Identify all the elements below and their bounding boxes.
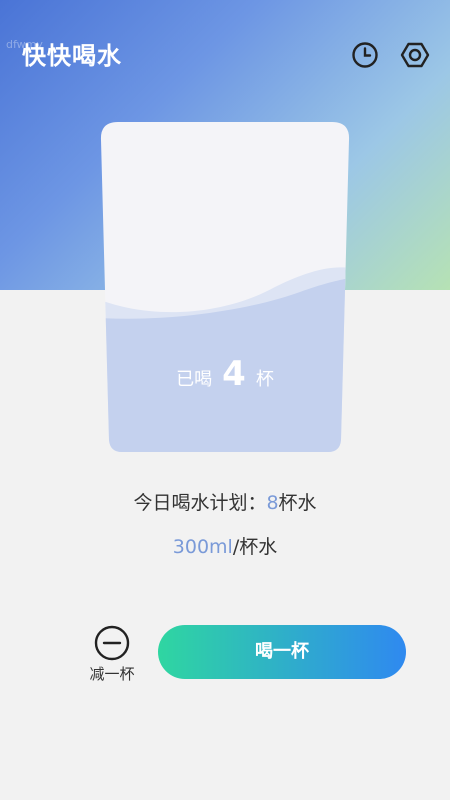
cups-drunk-suffix: 杯: [255, 369, 274, 390]
drink-cup-button[interactable]: 喝一杯: [158, 625, 406, 679]
daily-plan-unit: 杯水: [278, 492, 317, 514]
water-cup: 已喝 4 杯: [100, 122, 350, 454]
cups-drunk-prefix: 已喝: [176, 369, 213, 390]
app-title: 快快喝水: [22, 42, 122, 70]
clock-icon: [352, 42, 378, 68]
cup-volume-unit: /杯水: [232, 536, 278, 558]
cup-volume-amount: 300ml: [172, 536, 233, 558]
daily-plan-count: 8: [266, 492, 279, 514]
daily-plan: 今日喝水计划：8杯水: [0, 488, 450, 515]
minus-cup-label: 减一杯: [89, 665, 135, 683]
minus-cup-button[interactable]: 减一杯: [82, 624, 142, 684]
history-button[interactable]: [350, 40, 380, 70]
cups-drunk-display: 已喝 4 杯: [100, 354, 350, 394]
cup-volume: 300ml/杯水: [0, 532, 450, 559]
cup-graphic: [100, 122, 350, 452]
cups-drunk-count: 4: [222, 354, 246, 394]
minus-circle-icon: [94, 625, 130, 661]
daily-plan-label: 今日喝水计划：: [133, 492, 267, 514]
settings-button[interactable]: [400, 40, 430, 70]
settings-hexagon-icon: [400, 42, 430, 68]
